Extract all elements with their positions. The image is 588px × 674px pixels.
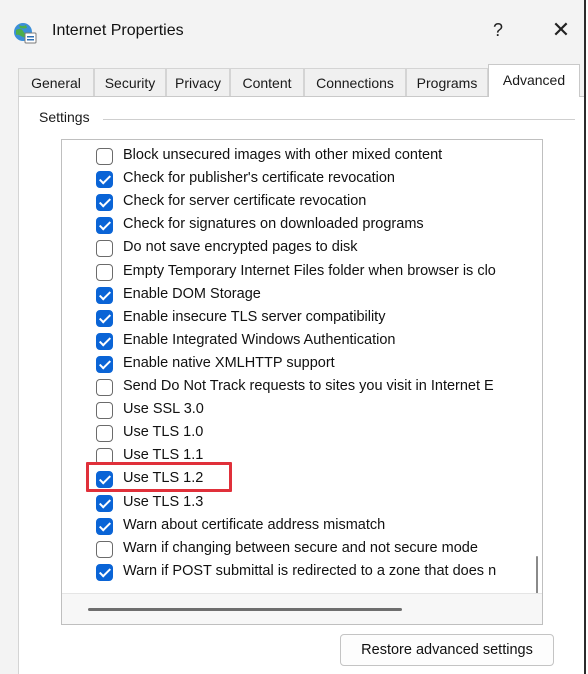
setting-item[interactable]: Block unsecured images with other mixed … xyxy=(96,146,536,168)
title-bar: Internet Properties ? ✕ xyxy=(0,0,584,60)
setting-label: Warn about certificate address mismatch xyxy=(123,516,386,533)
setting-label: Enable insecure TLS server compatibility xyxy=(123,308,386,325)
setting-label: Use TLS 1.1 xyxy=(123,447,204,464)
horizontal-scrollbar-thumb[interactable] xyxy=(88,608,402,611)
checkbox-checked[interactable] xyxy=(96,563,113,581)
setting-item[interactable]: Enable native XMLHTTP support xyxy=(96,354,536,376)
setting-label: Warn if POST submittal is redirected to … xyxy=(123,562,497,579)
setting-item[interactable]: Use TLS 1.0 xyxy=(96,423,536,445)
setting-label: Check for signatures on downloaded progr… xyxy=(123,216,424,233)
setting-item[interactable]: Use SSL 3.0 xyxy=(96,400,536,422)
setting-item[interactable]: Use TLS 1.2 xyxy=(96,469,536,491)
setting-label: Empty Temporary Internet Files folder wh… xyxy=(123,262,496,279)
tab-content[interactable]: Content xyxy=(230,68,304,96)
advanced-panel: Settings Block unsecured images with oth… xyxy=(18,96,584,674)
checkbox-unchecked[interactable] xyxy=(96,263,113,281)
tab-general[interactable]: General xyxy=(18,68,94,96)
setting-item[interactable]: Use TLS 1.1 xyxy=(96,446,536,468)
setting-label: Check for server certificate revocation xyxy=(123,193,367,210)
setting-label: Enable DOM Storage xyxy=(123,285,261,302)
tab-programs[interactable]: Programs xyxy=(406,68,488,96)
setting-item[interactable]: Use TLS 1.3 xyxy=(96,493,536,515)
setting-item[interactable]: Empty Temporary Internet Files folder wh… xyxy=(96,262,536,284)
setting-item[interactable]: Warn if changing between secure and not … xyxy=(96,539,536,561)
setting-label: Send Do Not Track requests to sites you … xyxy=(123,378,494,394)
tab-advanced[interactable]: Advanced xyxy=(488,64,580,97)
tab-connections[interactable]: Connections xyxy=(304,68,406,96)
checkbox-unchecked[interactable] xyxy=(96,148,113,165)
window-title: Internet Properties xyxy=(52,22,184,39)
setting-label: Enable Integrated Windows Authentication xyxy=(123,331,396,348)
checkbox-unchecked[interactable] xyxy=(96,240,113,258)
setting-label: Use TLS 1.2 xyxy=(123,470,204,487)
setting-label: Warn if changing between secure and not … xyxy=(123,539,478,556)
help-button[interactable]: ? xyxy=(484,16,512,44)
setting-item[interactable]: Warn if POST submittal is redirected to … xyxy=(96,562,536,584)
checkbox-checked[interactable] xyxy=(96,194,113,212)
checkbox-unchecked[interactable] xyxy=(96,402,113,420)
checkbox-checked[interactable] xyxy=(96,517,113,535)
setting-label: Check for publisher's certificate revoca… xyxy=(123,170,395,187)
setting-item[interactable]: Check for publisher's certificate revoca… xyxy=(96,169,536,191)
checkbox-checked[interactable] xyxy=(96,332,113,350)
setting-item[interactable]: Enable Integrated Windows Authentication xyxy=(96,331,536,353)
settings-list[interactable]: Block unsecured images with other mixed … xyxy=(61,139,543,625)
setting-item[interactable]: Check for server certificate revocation xyxy=(96,192,536,214)
setting-label: Do not save encrypted pages to disk xyxy=(123,239,358,256)
checkbox-unchecked[interactable] xyxy=(96,425,113,443)
settings-divider xyxy=(103,119,575,120)
setting-item[interactable]: Enable insecure TLS server compatibility xyxy=(96,308,536,330)
close-button[interactable]: ✕ xyxy=(546,16,576,44)
checkbox-checked[interactable] xyxy=(96,471,113,489)
checkbox-unchecked[interactable] xyxy=(96,540,113,558)
internet-properties-window: Internet Properties ? ✕ General Security… xyxy=(0,0,586,674)
restore-advanced-settings-button[interactable]: Restore advanced settings xyxy=(340,634,554,666)
checkbox-checked[interactable] xyxy=(96,171,113,189)
setting-label: Enable native XMLHTTP support xyxy=(123,354,335,371)
checkbox-checked[interactable] xyxy=(96,494,113,512)
setting-item[interactable]: Do not save encrypted pages to disk xyxy=(96,238,536,260)
checkbox-checked[interactable] xyxy=(96,286,113,304)
setting-item[interactable]: Send Do Not Track requests to sites you … xyxy=(96,377,536,399)
checkbox-checked[interactable] xyxy=(96,217,113,235)
checkbox-checked[interactable] xyxy=(96,309,113,327)
setting-label: Use TLS 1.3 xyxy=(123,493,204,510)
checkbox-unchecked[interactable] xyxy=(96,448,113,466)
setting-label: Use SSL 3.0 xyxy=(123,401,204,418)
setting-label: Use TLS 1.0 xyxy=(123,424,204,441)
setting-item[interactable]: Check for signatures on downloaded progr… xyxy=(96,215,536,237)
tab-privacy[interactable]: Privacy xyxy=(166,68,230,96)
checkbox-unchecked[interactable] xyxy=(96,379,113,396)
checkbox-checked[interactable] xyxy=(96,355,113,373)
tab-security[interactable]: Security xyxy=(94,68,166,96)
setting-item[interactable]: Warn about certificate address mismatch xyxy=(96,516,536,538)
setting-item[interactable]: Enable DOM Storage xyxy=(96,285,536,307)
settings-group-label: Settings xyxy=(39,109,90,125)
setting-label: Block unsecured images with other mixed … xyxy=(123,147,443,163)
horizontal-scrollbar-track xyxy=(62,593,542,624)
internet-globe-icon xyxy=(12,20,38,46)
